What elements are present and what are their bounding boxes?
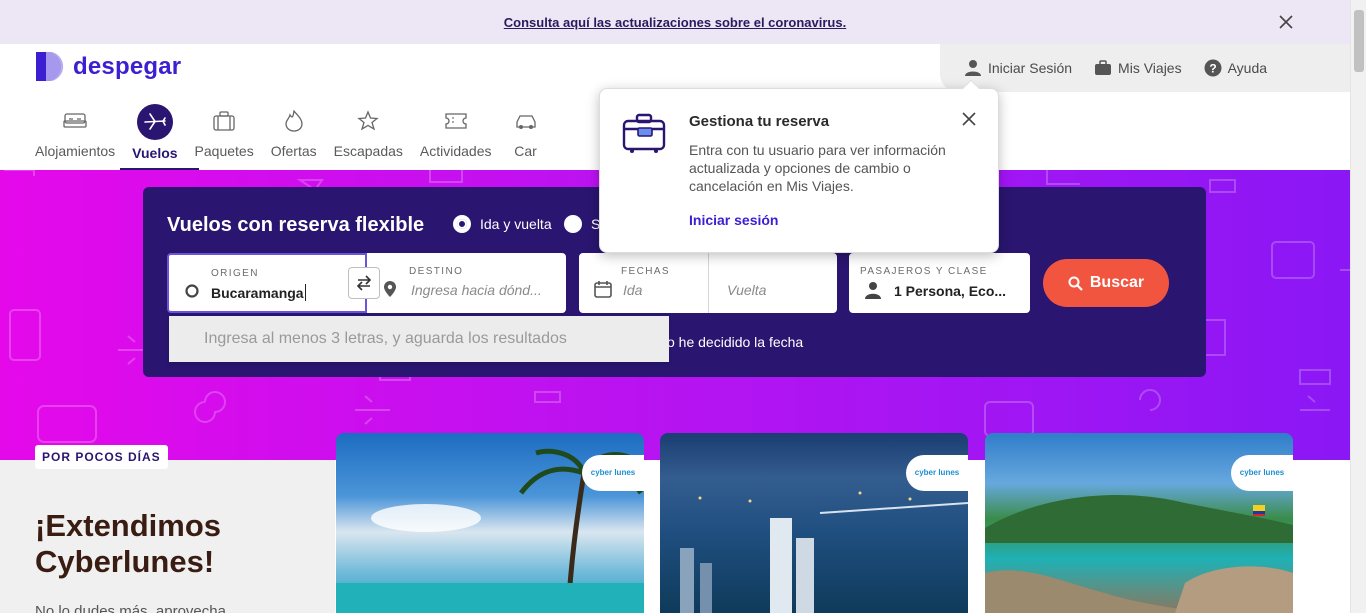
account-bar: Iniciar Sesión Mis Viajes ? Ayuda [940,44,1350,92]
dates-caption: FECHAS [621,266,670,277]
search-button[interactable]: Buscar [1043,259,1169,307]
calendar-icon [594,281,612,298]
search-title: Vuelos con reserva flexible [167,214,425,236]
dates-divider [708,253,709,313]
login-link[interactable]: Iniciar Sesión [964,59,1072,77]
briefcase-icon [1095,60,1112,75]
radio-dot-selected [453,215,471,233]
popover-title: Gestiona tu reserva [689,113,830,130]
passengers-value: 1 Persona, Eco... [894,283,1007,299]
my-trips-link[interactable]: Mis Viajes [1094,59,1182,77]
tab-alojamientos[interactable]: Alojamientos [30,104,120,161]
scrollbar-thumb[interactable] [1354,10,1364,72]
ticket-icon [445,113,467,129]
despegar-logo[interactable]: despegar [34,50,181,83]
popover-login-link[interactable]: Iniciar sesión [689,212,778,228]
location-pin-icon [384,281,396,297]
radio-roundtrip-label: Ida y vuelta [480,216,552,232]
destination-field[interactable]: DESTINO Ingresa hacia dónd... [367,253,566,313]
text-cursor [305,284,306,301]
tab-escapadas[interactable]: Escapadas [329,104,408,161]
help-label: Ayuda [1227,60,1268,76]
radio-dot [564,215,582,233]
promo-title: ¡Extendimos Cyberlunes! [35,508,265,580]
destination-input[interactable]: Ingresa hacia dónd... [411,282,542,298]
help-icon: ? [1204,59,1222,77]
tab-label: Alojamientos [35,143,116,159]
cyberlunes-tag: cyber lunes [1231,455,1293,491]
login-label: Iniciar Sesión [988,60,1073,76]
tab-label: Actividades [419,143,492,159]
tab-label: Vuelos [132,145,178,161]
covid-banner: Consulta aquí las actualizaciones sobre … [0,0,1350,44]
passengers-caption: PASAJEROS Y CLASE [860,266,988,277]
person-icon [865,282,881,299]
logo-text: despegar [73,52,182,80]
offer-card-beach[interactable]: cyber lunes [336,433,644,613]
product-nav: Alojamientos Vuelos Paquetes Ofertas Esc… [30,104,555,170]
flame-icon [285,110,303,132]
tab-actividades[interactable]: Actividades [415,104,497,161]
plane-icon [144,113,166,130]
help-link[interactable]: ? Ayuda [1204,59,1267,77]
briefcase-icon [622,113,666,153]
tab-label: Paquetes [194,143,254,159]
dates-field[interactable]: FECHAS Ida Vuelta [579,253,837,313]
search-icon [1068,276,1083,291]
promo-subtitle: No lo dudes más, aprovecha [35,603,226,613]
my-trips-label: Mis Viajes [1118,60,1182,76]
passengers-field[interactable]: PASAJEROS Y CLASE 1 Persona, Eco... [849,253,1030,313]
tab-label: Escapadas [333,143,403,159]
search-button-label: Buscar [1089,274,1145,291]
swap-arrows-icon [356,275,372,291]
origin-caption: ORIGEN [211,268,259,279]
cyberlunes-tag: cyber lunes [906,455,968,491]
close-icon[interactable] [961,111,977,127]
suitcase-icon [213,111,235,131]
swap-button[interactable] [348,267,380,299]
departure-date-input[interactable]: Ida [623,282,642,298]
logo-mark-icon [36,52,64,81]
destination-caption: DESTINO [409,266,464,277]
tab-label: Ofertas [270,143,317,159]
offer-card-city[interactable]: cyber lunes [660,433,968,613]
tab-ofertas[interactable]: Ofertas [266,104,322,161]
origin-suggestion-hint: Ingresa al menos 3 letras, y aguarda los… [169,316,669,362]
origin-field[interactable]: ORIGEN Bucaramanga [167,253,367,313]
origin-input[interactable]: Bucaramanga [211,285,304,301]
scrollbar[interactable] [1350,0,1366,613]
promo-badge: POR POCOS DÍAS [35,445,168,469]
star-plane-icon [357,110,379,131]
bed-icon [63,113,87,128]
manage-booking-popover: Gestiona tu reserva Entra con tu usuario… [599,79,999,253]
tab-label: Car [514,143,537,159]
origin-circle-icon [185,284,199,298]
svg-text:?: ? [1209,62,1216,76]
tab-vuelos[interactable]: Vuelos [127,104,182,161]
close-icon[interactable] [1278,14,1294,30]
car-icon [515,115,536,129]
tab-paquetes[interactable]: Paquetes [190,104,259,161]
radio-roundtrip[interactable]: Ida y vuelta [453,215,552,233]
offer-card-coast[interactable]: cyber lunes [985,433,1293,613]
promo-title-text: ¡Extendimos Cyberlunes! [35,508,222,579]
radio-oneway[interactable]: S [564,215,600,233]
suggestion-text: Ingresa al menos 3 letras, y aguarda los… [204,330,567,347]
covid-link[interactable]: Consulta aquí las actualizaciones sobre … [504,15,846,30]
popover-text: Entra con tu usuario para ver informació… [689,142,946,194]
tab-car[interactable]: Car [504,104,548,161]
return-date-input[interactable]: Vuelta [727,282,766,298]
no-date-label[interactable]: o he decidido la fecha [667,334,803,350]
user-icon [965,60,981,76]
cyberlunes-tag: cyber lunes [582,455,644,491]
